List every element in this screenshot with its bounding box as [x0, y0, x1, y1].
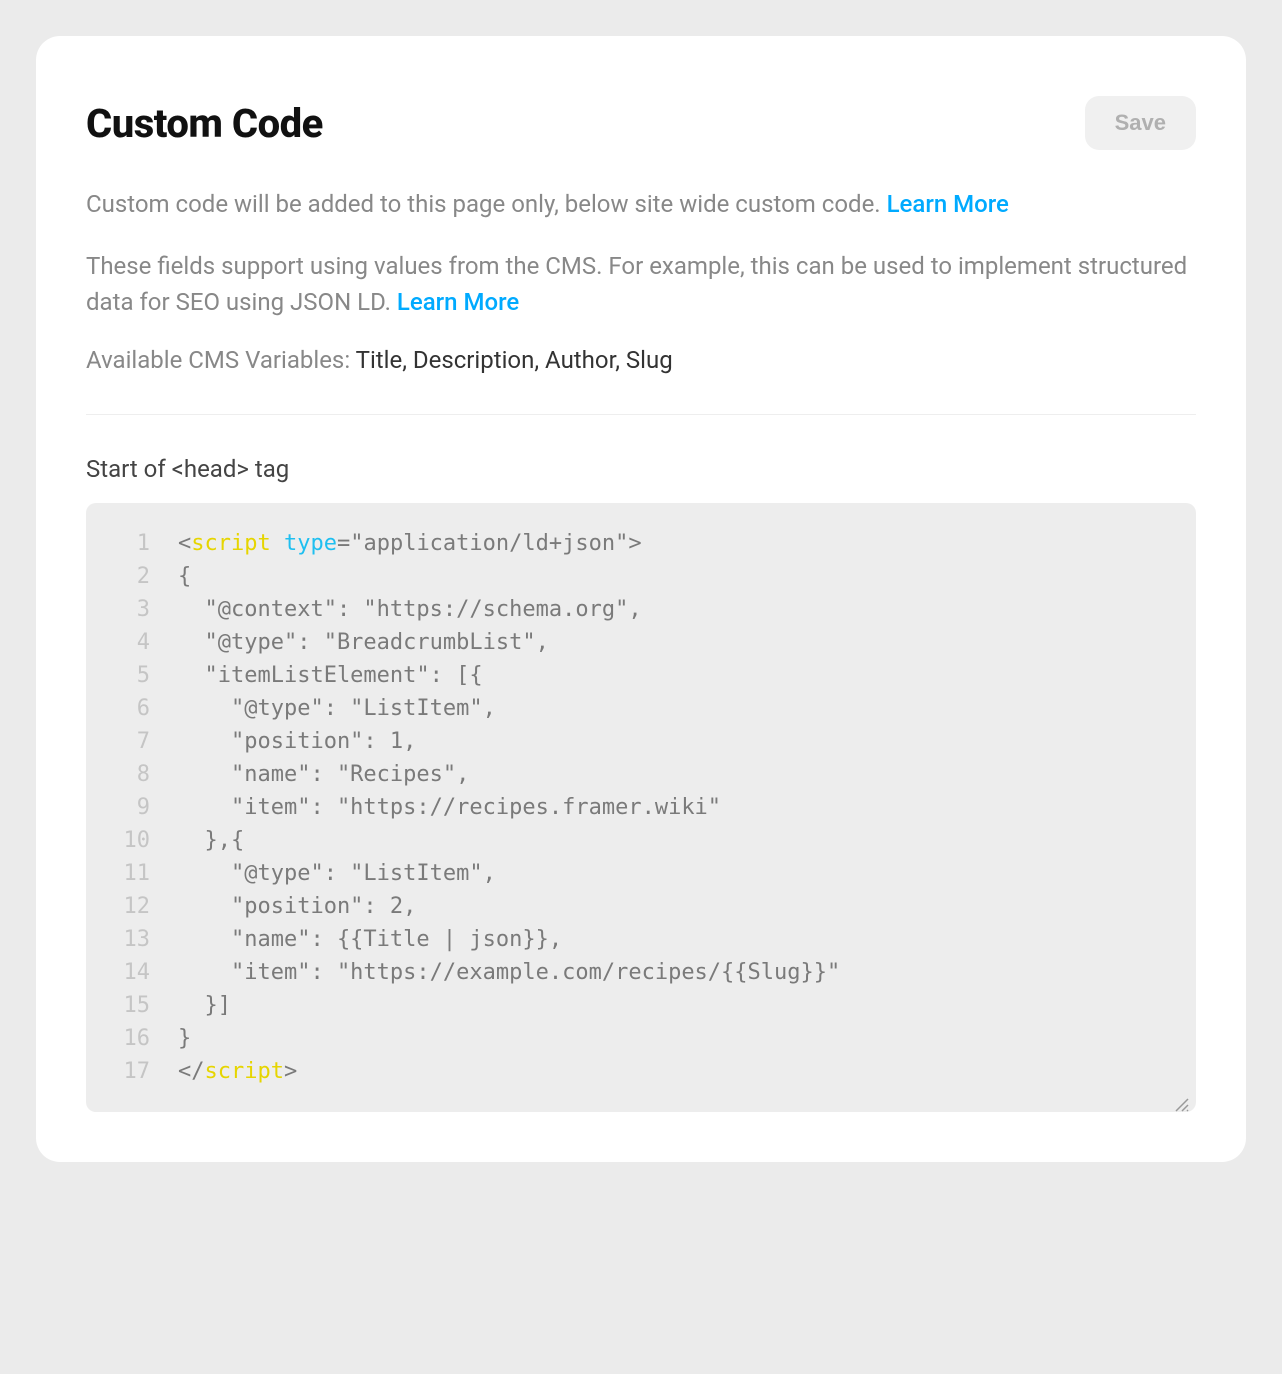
code-line: 12 "position": 2, [106, 890, 1176, 923]
line-number: 1 [106, 527, 150, 560]
resize-handle-icon [1174, 1090, 1190, 1106]
code-line-content: "position": 1, [178, 725, 416, 758]
code-line: 17 </script> [106, 1055, 1176, 1088]
code-line-content: "name": "Recipes", [178, 758, 469, 791]
line-number: 13 [106, 923, 150, 956]
code-line-content: "position": 2, [178, 890, 416, 923]
line-number: 14 [106, 956, 150, 989]
code-line-content: "item": "https://example.com/recipes/{{S… [178, 956, 840, 989]
line-number: 7 [106, 725, 150, 758]
cms-variables-label: Available CMS Variables: [86, 346, 356, 374]
description-line-1: Custom code will be added to this page o… [86, 186, 1196, 222]
line-number: 3 [106, 593, 150, 626]
cms-variables-value: Title, Description, Author, Slug [356, 346, 673, 374]
code-editor-head-start[interactable]: 1<script type="application/ld+json">2{3 … [86, 503, 1196, 1112]
learn-more-link-1[interactable]: Learn More [887, 190, 1009, 218]
line-number: 5 [106, 659, 150, 692]
code-line: 7 "position": 1, [106, 725, 1176, 758]
line-number: 11 [106, 857, 150, 890]
header-row: Custom Code Save [86, 96, 1196, 150]
code-line: 1 <script type="application/ld+json"> [106, 527, 1176, 560]
code-line: 2{ [106, 560, 1176, 593]
learn-more-link-2[interactable]: Learn More [397, 288, 519, 316]
code-line: 15 }] [106, 989, 1176, 1022]
code-line-content: "name": {{Title | json}}, [178, 923, 562, 956]
code-line-content: <script type="application/ld+json"> [178, 527, 642, 560]
code-line: 5 "itemListElement": [{ [106, 659, 1176, 692]
code-line: 16} [106, 1022, 1176, 1055]
line-number: 6 [106, 692, 150, 725]
code-line-content: "item": "https://recipes.framer.wiki" [178, 791, 721, 824]
code-line: 10 },{ [106, 824, 1176, 857]
code-line: 13 "name": {{Title | json}}, [106, 923, 1176, 956]
code-line: 9 "item": "https://recipes.framer.wiki" [106, 791, 1176, 824]
code-line: 11 "@type": "ListItem", [106, 857, 1176, 890]
line-number: 8 [106, 758, 150, 791]
line-number: 15 [106, 989, 150, 1022]
code-line-content: },{ [178, 824, 244, 857]
line-number: 2 [106, 560, 150, 593]
section-label-head-start: Start of <head> tag [86, 455, 1196, 483]
line-number: 17 [106, 1055, 150, 1088]
line-number: 12 [106, 890, 150, 923]
line-number: 16 [106, 1022, 150, 1055]
code-line-content: }] [178, 989, 231, 1022]
code-line-content: "@type": "BreadcrumbList", [178, 626, 549, 659]
divider [86, 414, 1196, 415]
description-line-2: These fields support using values from t… [86, 248, 1196, 320]
save-button[interactable]: Save [1085, 96, 1196, 150]
settings-card: Custom Code Save Custom code will be add… [36, 36, 1246, 1162]
code-line: 4 "@type": "BreadcrumbList", [106, 626, 1176, 659]
line-number: 4 [106, 626, 150, 659]
code-line-content: { [178, 560, 191, 593]
code-line: 14 "item": "https://example.com/recipes/… [106, 956, 1176, 989]
code-line: 3 "@context": "https://schema.org", [106, 593, 1176, 626]
line-number: 9 [106, 791, 150, 824]
description-text-1: Custom code will be added to this page o… [86, 190, 887, 218]
code-line-content: "itemListElement": [{ [178, 659, 483, 692]
description-text-2: These fields support using values from t… [86, 252, 1187, 316]
cms-variables-line: Available CMS Variables: Title, Descript… [86, 346, 1196, 374]
code-line: 8 "name": "Recipes", [106, 758, 1176, 791]
line-number: 10 [106, 824, 150, 857]
code-line: 6 "@type": "ListItem", [106, 692, 1176, 725]
page-title: Custom Code [86, 100, 323, 147]
code-line-content: } [178, 1022, 191, 1055]
code-line-content: </script> [178, 1055, 297, 1088]
code-line-content: "@context": "https://schema.org", [178, 593, 642, 626]
code-line-content: "@type": "ListItem", [178, 692, 496, 725]
code-line-content: "@type": "ListItem", [178, 857, 496, 890]
